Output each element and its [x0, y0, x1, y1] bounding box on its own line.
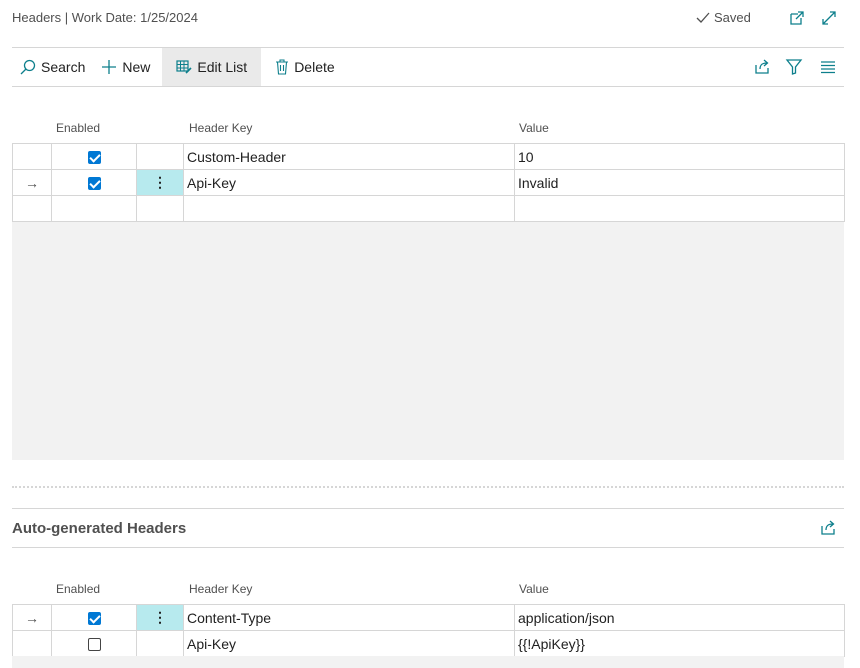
header-key-cell[interactable]	[183, 195, 515, 222]
current-row-arrow-icon[interactable]: →	[12, 604, 52, 631]
column-header-enabled[interactable]: Enabled	[56, 582, 100, 596]
delete-button[interactable]: Delete	[267, 48, 342, 86]
enabled-cell[interactable]	[51, 630, 137, 657]
grid-empty-area	[12, 222, 844, 460]
header-key-cell[interactable]: Api-Key	[183, 630, 515, 657]
edit-grid-icon	[176, 60, 192, 74]
current-row-arrow-icon[interactable]: →	[12, 169, 52, 196]
plus-icon	[102, 60, 117, 74]
search-icon	[20, 59, 36, 75]
divider	[12, 86, 844, 87]
more-options-icon[interactable]: ⋮	[136, 169, 184, 196]
value-cell[interactable]: 10	[514, 143, 845, 170]
divider	[12, 547, 844, 548]
page-header: Headers | Work Date: 1/25/2024 Saved	[0, 0, 860, 36]
column-header-key[interactable]: Header Key	[189, 121, 252, 135]
headers-grid: Custom-Header 10 → ⋮ Api-Key Invalid	[12, 143, 845, 222]
row-actions-cell[interactable]	[136, 630, 184, 657]
section-title[interactable]: Auto-generated Headers	[12, 520, 186, 537]
page-title: Headers | Work Date: 1/25/2024	[12, 10, 198, 25]
new-row[interactable]	[12, 195, 845, 222]
row-actions-cell[interactable]	[136, 195, 184, 222]
header-key-cell[interactable]: Api-Key	[183, 169, 515, 196]
divider	[12, 508, 844, 509]
expand-icon[interactable]	[820, 9, 838, 27]
enabled-checkbox[interactable]	[87, 612, 101, 626]
value-cell[interactable]: Invalid	[514, 169, 845, 196]
value-cell[interactable]	[514, 195, 845, 222]
list-view-icon[interactable]	[818, 57, 838, 77]
edit-list-label: Edit List	[197, 59, 248, 75]
grid-empty-area	[12, 656, 844, 668]
row-indicator[interactable]	[12, 195, 52, 222]
table-row[interactable]: Api-Key {{!ApiKey}}	[12, 630, 845, 657]
column-header-enabled[interactable]: Enabled	[56, 121, 100, 135]
enabled-cell[interactable]	[51, 169, 137, 196]
column-header-key[interactable]: Header Key	[189, 582, 252, 596]
share-icon[interactable]	[818, 518, 838, 538]
table-row[interactable]: → ⋮ Content-Type application/json	[12, 604, 845, 631]
value-cell[interactable]: {{!ApiKey}}	[514, 630, 845, 657]
search-button[interactable]: Search	[12, 48, 93, 86]
column-header-value[interactable]: Value	[519, 121, 549, 135]
saved-label: Saved	[714, 10, 751, 25]
check-icon	[696, 12, 710, 23]
new-label: New	[122, 59, 151, 75]
search-label: Search	[41, 59, 86, 75]
header-key-cell[interactable]: Content-Type	[183, 604, 515, 631]
filter-icon[interactable]	[784, 57, 804, 77]
table-row[interactable]: Custom-Header 10	[12, 143, 845, 170]
share-icon[interactable]	[752, 57, 772, 77]
header-key-cell[interactable]: Custom-Header	[183, 143, 515, 170]
table-row[interactable]: → ⋮ Api-Key Invalid	[12, 169, 845, 196]
enabled-cell[interactable]	[51, 195, 137, 222]
row-indicator[interactable]	[12, 630, 52, 657]
trash-icon	[276, 59, 289, 75]
auto-headers-grid: → ⋮ Content-Type application/json Api-Ke…	[12, 604, 845, 657]
section-separator[interactable]	[12, 486, 844, 488]
more-options-icon[interactable]: ⋮	[136, 604, 184, 631]
value-cell[interactable]: application/json	[514, 604, 845, 631]
column-header-value[interactable]: Value	[519, 582, 549, 596]
enabled-checkbox[interactable]	[87, 177, 101, 191]
open-new-window-icon[interactable]	[788, 9, 806, 27]
row-actions-cell[interactable]	[136, 143, 184, 170]
enabled-checkbox[interactable]	[87, 638, 101, 652]
row-indicator[interactable]	[12, 143, 52, 170]
action-bar: Search New Edit List Delete	[12, 48, 844, 86]
delete-label: Delete	[294, 59, 335, 75]
saved-status: Saved	[696, 10, 751, 25]
enabled-cell[interactable]	[51, 604, 137, 631]
enabled-cell[interactable]	[51, 143, 137, 170]
edit-list-button[interactable]: Edit List	[162, 48, 262, 86]
enabled-checkbox[interactable]	[87, 151, 101, 165]
new-button[interactable]: New	[93, 48, 158, 86]
